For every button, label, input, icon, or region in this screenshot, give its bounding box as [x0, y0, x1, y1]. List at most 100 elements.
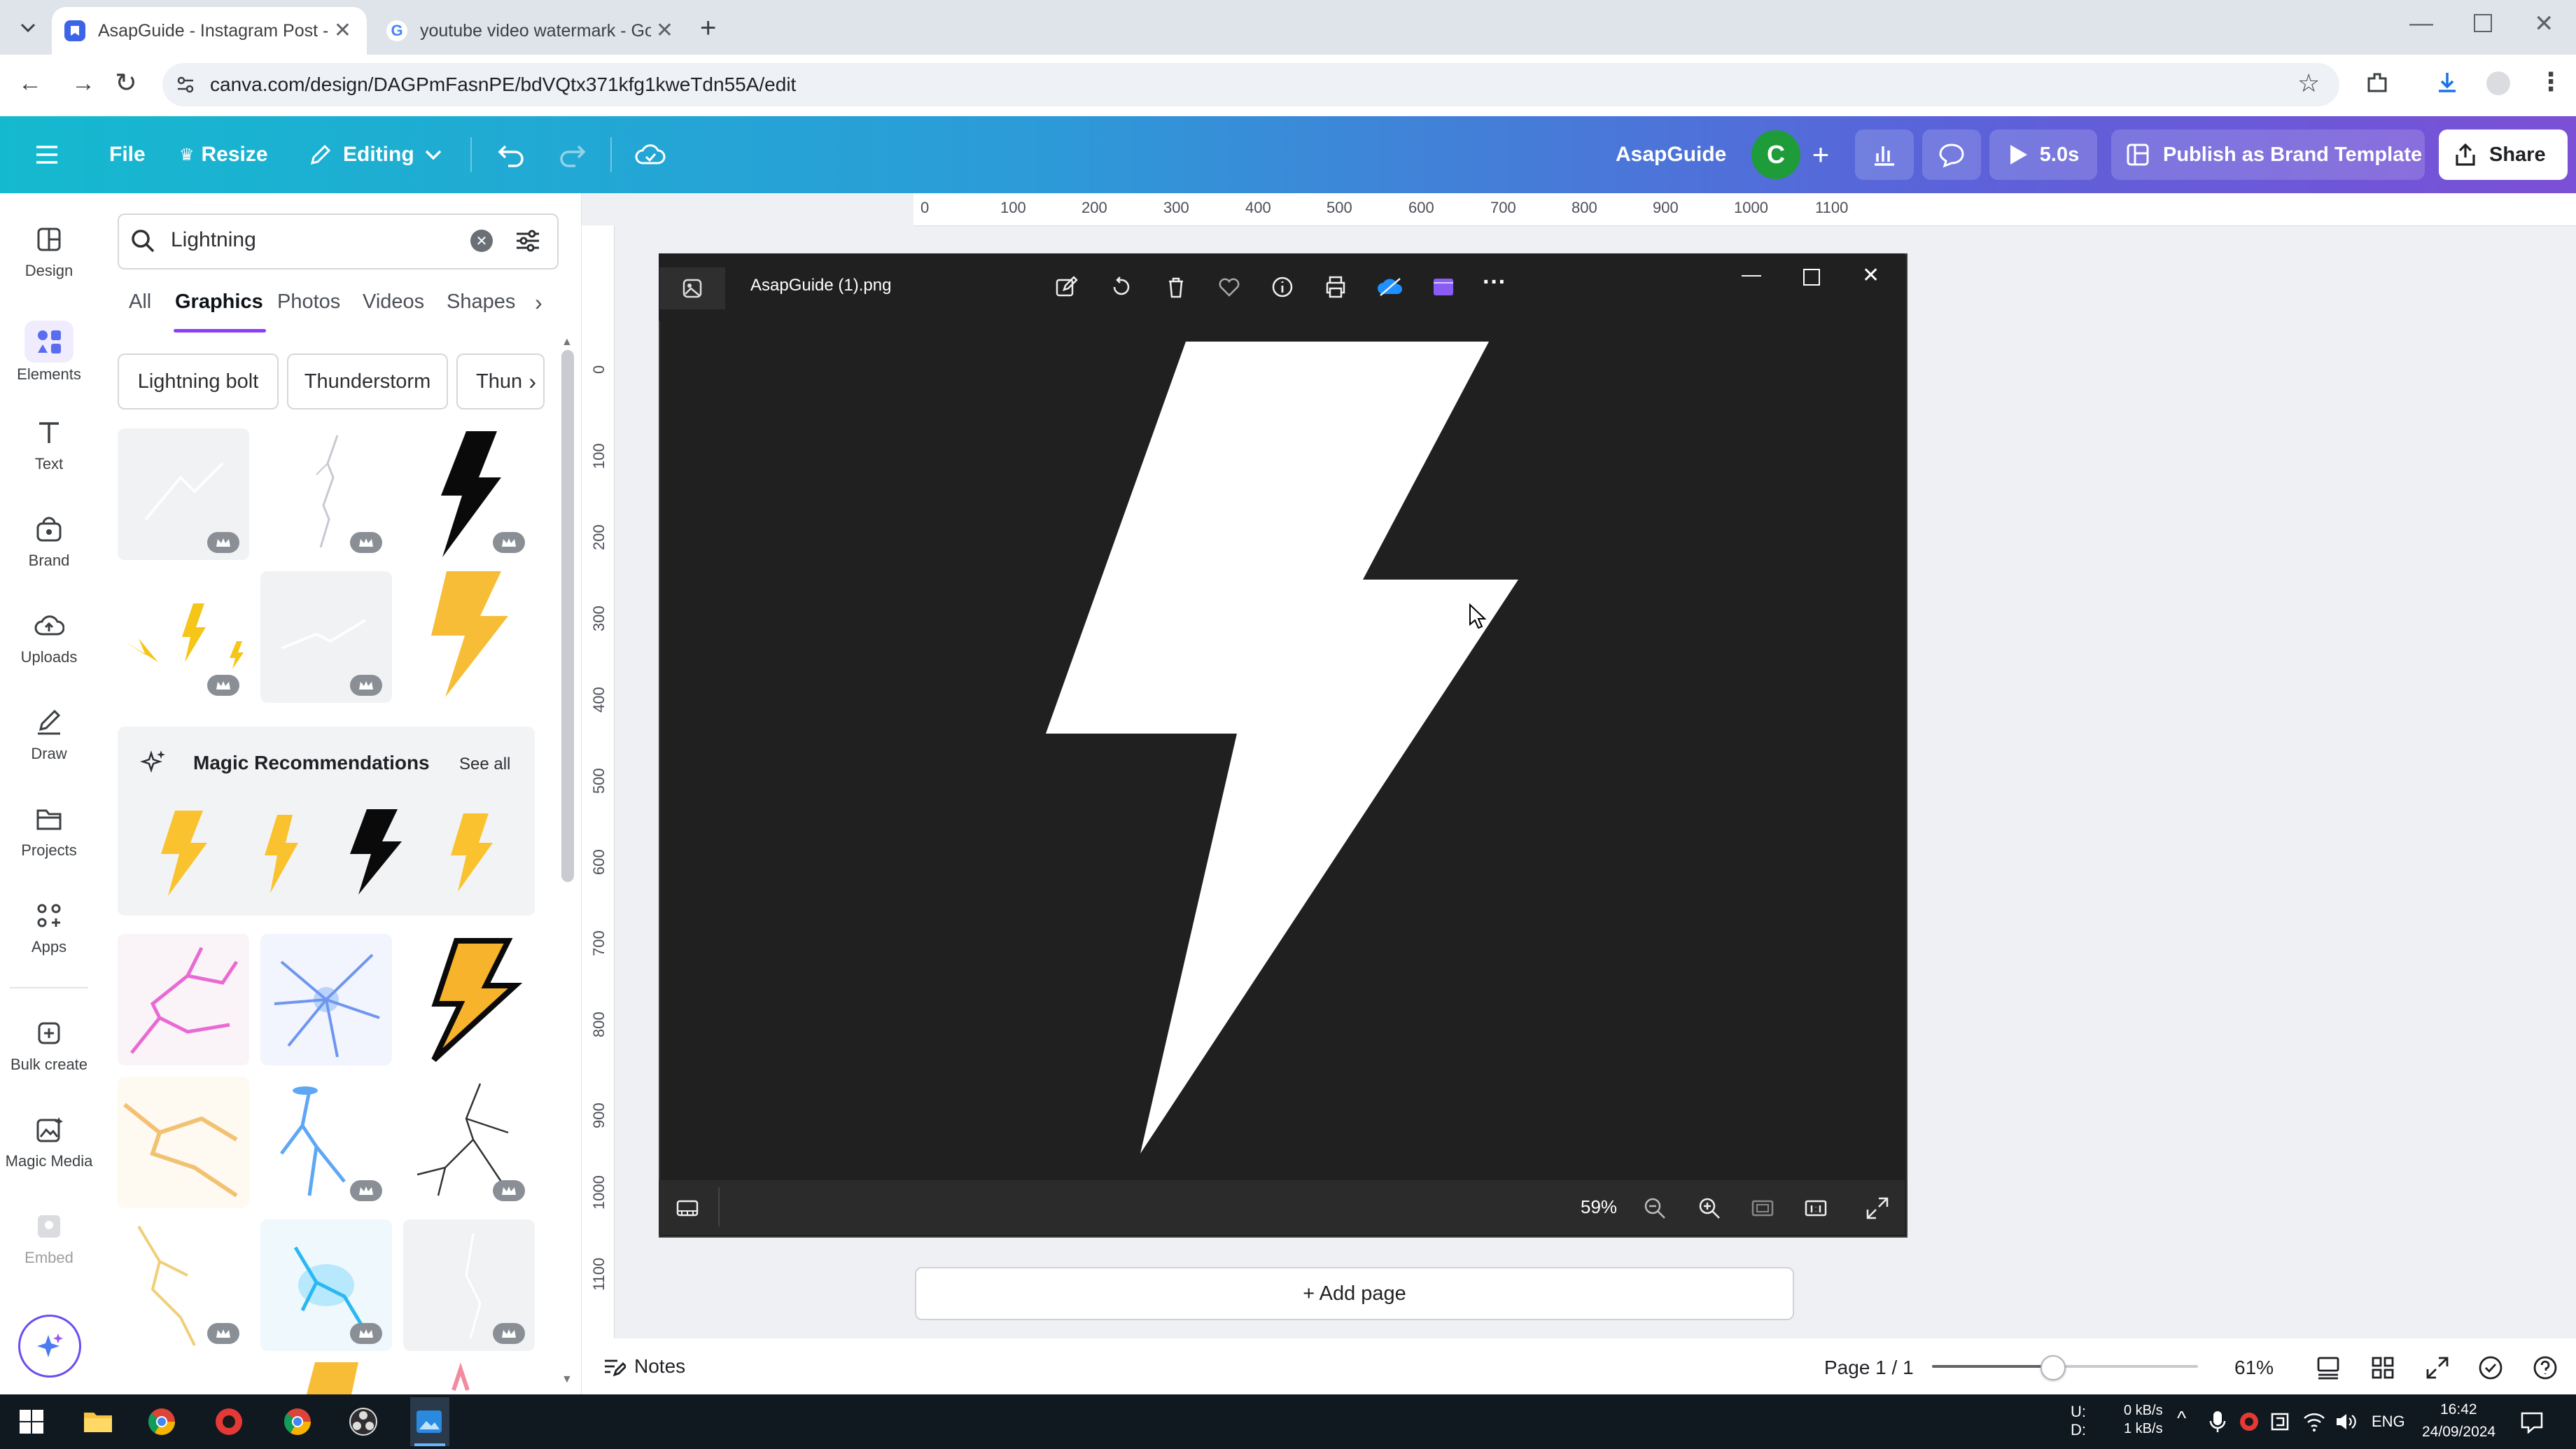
rail-item-draw[interactable]: Draw [0, 707, 98, 763]
user-avatar[interactable]: C [1751, 130, 1800, 179]
chip-lightning-bolt[interactable]: Lightning bolt [118, 354, 279, 410]
tab-youtube-watermark[interactable]: G youtube video watermark - Goo ✕ [374, 7, 689, 55]
file-explorer-icon[interactable] [83, 1407, 113, 1435]
scroll-up-icon[interactable]: ▲ [561, 336, 573, 349]
fullscreen-icon[interactable] [1865, 1196, 1890, 1221]
close-window-icon[interactable]: ✕ [2534, 10, 2554, 38]
tab-videos[interactable]: Videos [363, 290, 424, 314]
comments-button[interactable] [1922, 130, 1981, 180]
graphic-thumbnail[interactable] [118, 428, 249, 560]
clear-search-icon[interactable]: ✕ [470, 230, 493, 252]
actual-size-icon[interactable] [1803, 1196, 1828, 1221]
close-tab-icon[interactable]: ✕ [334, 20, 351, 41]
restore-window-icon[interactable] [2474, 14, 2492, 32]
rail-item-text[interactable]: Text [0, 417, 98, 473]
menu-icon[interactable] [34, 116, 60, 193]
graphic-thumbnail[interactable] [118, 934, 249, 1065]
clock-date[interactable]: 24/09/2024 [2422, 1424, 2496, 1441]
more-options-icon[interactable]: ··· [1483, 269, 1506, 296]
zoom-slider-thumb[interactable] [2040, 1355, 2066, 1380]
microphone-icon[interactable] [2209, 1410, 2226, 1434]
volume-icon[interactable] [2335, 1411, 2358, 1432]
resize-button[interactable]: ♛ Resize [179, 116, 268, 193]
viewer-close-icon[interactable]: ✕ [1862, 263, 1879, 288]
graphic-thumbnail[interactable] [403, 428, 535, 560]
chip-thunderstorm[interactable]: Thunderstorm [287, 354, 448, 410]
redo-icon[interactable] [557, 116, 588, 193]
zoom-out-icon[interactable] [1642, 1196, 1667, 1221]
rail-item-embed[interactable]: Embed [0, 1211, 98, 1267]
chrome-icon[interactable] [147, 1407, 176, 1436]
tabs-scroll-right-icon[interactable]: › [535, 290, 542, 316]
recommended-graphic[interactable] [440, 811, 503, 895]
delete-icon[interactable] [1163, 274, 1189, 300]
zoom-slider-track[interactable] [1932, 1355, 2198, 1380]
rail-item-apps[interactable]: Apps [0, 900, 98, 956]
new-tab-icon[interactable]: + [700, 13, 716, 44]
extensions-icon[interactable] [2365, 70, 2390, 95]
graphic-thumbnail[interactable] [260, 1077, 392, 1208]
notification-icon[interactable] [2520, 1411, 2544, 1434]
magic-assistant-button[interactable] [18, 1315, 81, 1378]
help-icon[interactable] [2531, 1354, 2559, 1382]
add-collaborator-icon[interactable]: + [1805, 133, 1837, 176]
filter-icon[interactable] [514, 227, 542, 255]
record-tray-icon[interactable] [2239, 1411, 2260, 1432]
viewer-minimize-icon[interactable]: — [1742, 263, 1761, 286]
tray-chevron-up-icon[interactable]: ^ [2177, 1407, 2186, 1429]
info-icon[interactable] [1270, 274, 1295, 300]
chrome-profile-icon[interactable] [283, 1407, 312, 1436]
share-button[interactable]: Share [2439, 130, 2568, 180]
windows-start-icon[interactable] [18, 1408, 45, 1435]
recommended-graphic[interactable] [249, 812, 312, 896]
rail-item-bulk-create[interactable]: Bulk create [0, 1018, 98, 1074]
edit-image-icon[interactable] [1054, 274, 1079, 300]
recommended-graphic[interactable] [339, 806, 409, 897]
filmstrip-icon[interactable] [675, 1196, 700, 1221]
graphic-thumbnail[interactable] [260, 571, 392, 703]
bookmark-star-icon[interactable]: ☆ [2297, 69, 2320, 98]
page-view-icon[interactable] [2314, 1354, 2342, 1382]
viewer-maximize-icon[interactable] [1803, 269, 1820, 286]
graphic-thumbnail[interactable] [260, 934, 392, 1065]
tab-all[interactable]: All [129, 290, 151, 314]
grid-view-icon[interactable] [2369, 1354, 2397, 1382]
scroll-down-icon[interactable]: ▼ [561, 1373, 573, 1386]
cloud-saved-icon[interactable] [634, 116, 666, 193]
play-button[interactable]: 5.0s [1989, 130, 2097, 180]
graphic-thumbnail[interactable] [403, 1077, 535, 1208]
rail-item-projects[interactable]: Projects [0, 804, 98, 860]
project-name[interactable]: AsapGuide [1616, 116, 1726, 193]
rail-item-magic-media[interactable]: Magic Media [0, 1114, 98, 1170]
chip-thunder[interactable]: Thun › [456, 354, 545, 410]
site-info-icon[interactable] [175, 74, 196, 95]
graphic-thumbnail[interactable] [403, 571, 535, 703]
expand-icon[interactable] [2423, 1354, 2451, 1382]
language-indicator[interactable]: ENG [2372, 1413, 2405, 1431]
tray-app-icon[interactable] [2269, 1411, 2290, 1432]
url-text[interactable]: canva.com/design/DAGPmFasnPE/bdVQtx371kf… [210, 74, 796, 96]
zoom-percentage[interactable]: 61% [2234, 1357, 2274, 1379]
viewer-gallery-icon[interactable] [659, 267, 725, 309]
search-input[interactable]: Lightning [171, 228, 256, 252]
see-all-link[interactable]: See all [459, 755, 510, 774]
rail-item-uploads[interactable]: Uploads [0, 610, 98, 666]
rail-item-brand[interactable]: Brand [0, 514, 98, 570]
obs-icon[interactable] [349, 1407, 378, 1436]
add-page-button[interactable]: + Add page [915, 1267, 1794, 1320]
notes-button[interactable]: Notes [601, 1354, 685, 1379]
publish-brand-template-button[interactable]: Publish as Brand Template [2111, 130, 2425, 180]
back-icon[interactable]: ← [18, 70, 42, 97]
profile-avatar[interactable] [2486, 71, 2510, 95]
browser-menu-icon[interactable]: ⋮ [2538, 67, 2563, 97]
forward-icon[interactable]: → [71, 70, 95, 97]
favorite-heart-icon[interactable] [1217, 274, 1242, 300]
file-menu[interactable]: File [109, 116, 146, 193]
page-indicator[interactable]: Page 1 / 1 [1824, 1357, 1914, 1379]
graphic-thumbnail[interactable] [118, 1077, 249, 1208]
clock-time[interactable]: 16:42 [2440, 1401, 2477, 1418]
wifi-icon[interactable] [2303, 1411, 2325, 1432]
editing-mode-button[interactable]: Editing [308, 116, 442, 193]
close-tab-icon[interactable]: ✕ [656, 20, 673, 41]
clipchamp-icon[interactable] [1431, 274, 1456, 300]
